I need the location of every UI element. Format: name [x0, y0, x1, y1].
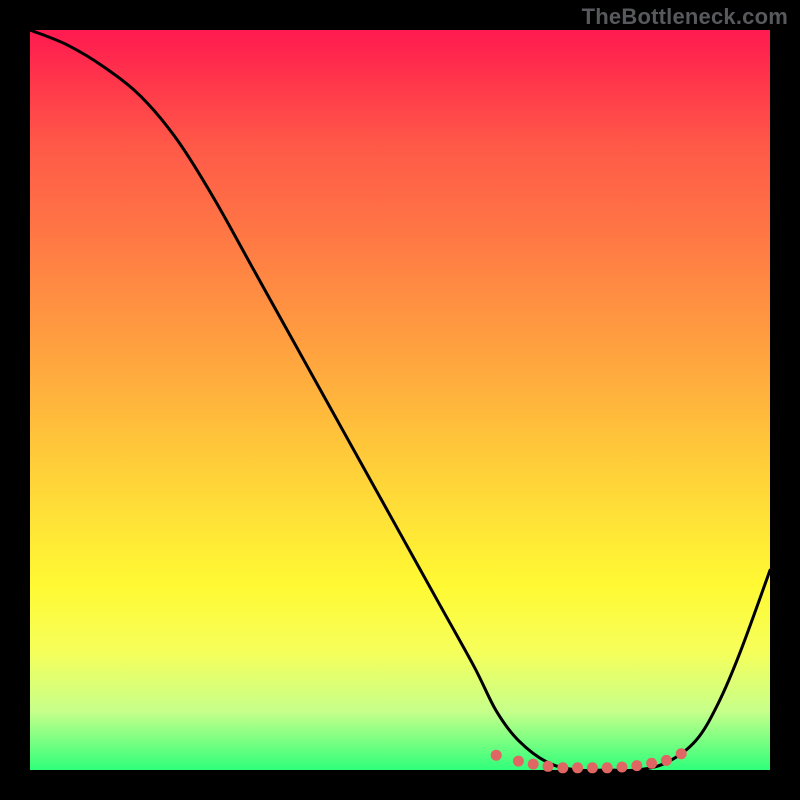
marker-dot — [587, 762, 598, 773]
bottleneck-curve — [30, 30, 770, 771]
optimal-zone-markers — [491, 748, 687, 773]
marker-dot — [572, 762, 583, 773]
watermark-label: TheBottleneck.com — [582, 4, 788, 30]
plot-area — [30, 30, 770, 770]
marker-dot — [631, 760, 642, 771]
marker-dot — [661, 755, 672, 766]
marker-dot — [617, 762, 628, 773]
marker-dot — [491, 750, 502, 761]
marker-dot — [528, 759, 539, 770]
chart-container: TheBottleneck.com — [0, 0, 800, 800]
chart-svg — [30, 30, 770, 770]
marker-dot — [646, 758, 657, 769]
marker-dot — [557, 762, 568, 773]
marker-dot — [602, 762, 613, 773]
marker-dot — [543, 761, 554, 772]
marker-dot — [676, 748, 687, 759]
marker-dot — [513, 756, 524, 767]
